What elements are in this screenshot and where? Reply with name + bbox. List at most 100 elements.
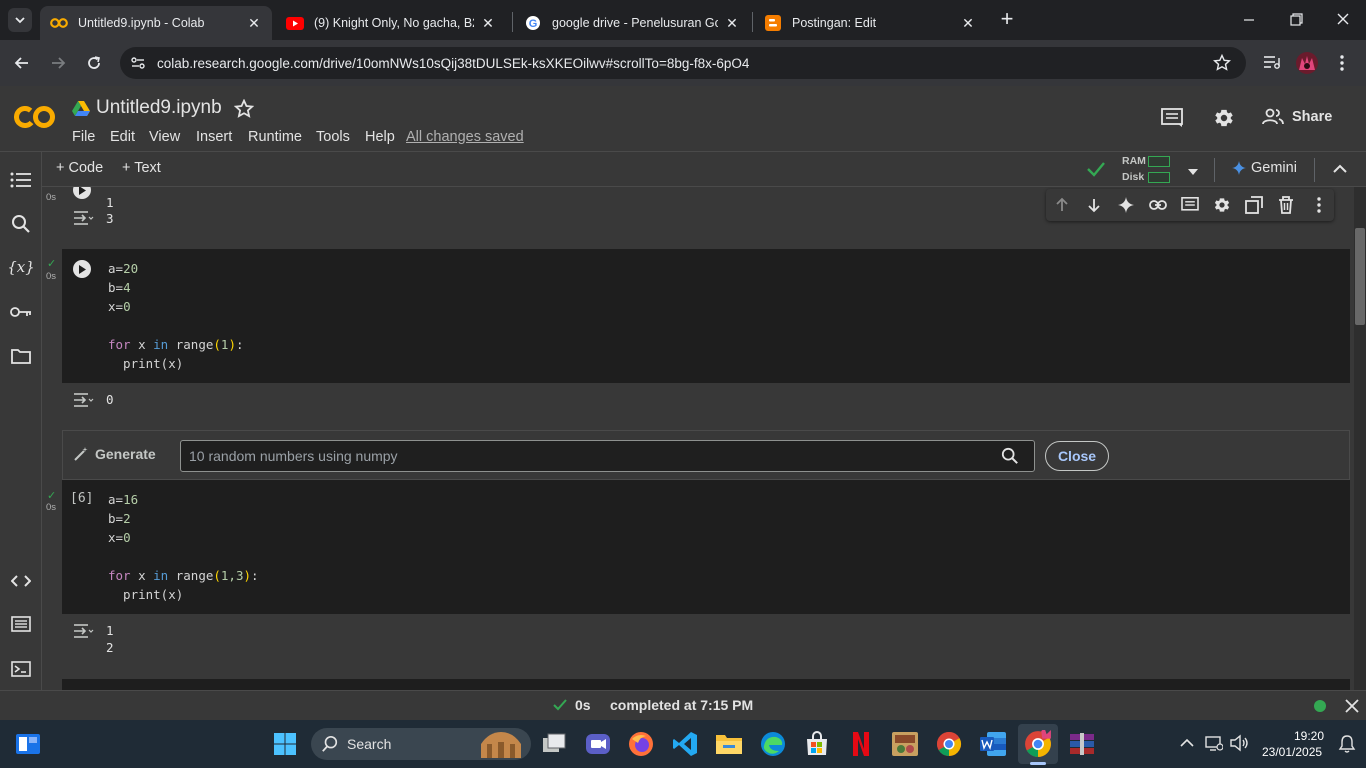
firefox-icon[interactable] — [627, 730, 655, 758]
reload-button[interactable] — [81, 50, 107, 76]
clock-date[interactable]: 23/01/2025 — [1262, 745, 1322, 759]
task-view-icon[interactable] — [540, 730, 568, 758]
open-in-tab-icon[interactable] — [1245, 196, 1263, 214]
close-tab-icon[interactable]: ✕ — [960, 15, 976, 32]
menu-view[interactable]: View — [149, 129, 180, 145]
notebook-title[interactable]: Untitled9.ipynb — [96, 97, 222, 119]
run-cell-button[interactable] — [73, 187, 91, 199]
vscode-icon[interactable] — [671, 730, 699, 758]
files-folder-icon[interactable] — [9, 344, 33, 368]
url-bar[interactable]: colab.research.google.com/drive/10omNWs1… — [120, 47, 1246, 79]
menu-help[interactable]: Help — [365, 129, 395, 145]
tab-blogger[interactable]: Postingan: Edit ✕ — [754, 6, 986, 40]
run-cell-button[interactable] — [73, 260, 91, 278]
network-icon[interactable] — [1205, 734, 1223, 752]
restore-button[interactable] — [1285, 10, 1307, 30]
edge-icon[interactable] — [759, 730, 787, 758]
site-info-icon[interactable] — [130, 55, 146, 76]
search-icon[interactable] — [9, 212, 33, 236]
link-icon[interactable] — [1149, 198, 1167, 212]
generate-prompt-input[interactable]: 10 random numbers using numpy — [180, 440, 1035, 472]
delete-trash-icon[interactable] — [1278, 196, 1294, 214]
bookmark-star-icon[interactable] — [1212, 53, 1232, 77]
share-button[interactable]: Share — [1262, 108, 1332, 126]
tab-youtube[interactable]: (9) Knight Only, No gacha, B2 G ✕ — [276, 6, 506, 40]
secrets-key-icon[interactable] — [9, 300, 33, 324]
more-options-icon[interactable] — [1316, 197, 1322, 213]
code-cell[interactable] — [62, 679, 1350, 690]
teams-meet-icon[interactable] — [584, 730, 612, 758]
netflix-icon[interactable] — [847, 730, 875, 758]
menu-edit[interactable]: Edit — [110, 129, 135, 145]
variables-icon[interactable]: {x} — [7, 255, 35, 279]
move-down-icon[interactable] — [1086, 197, 1102, 213]
close-window-button[interactable] — [1332, 10, 1354, 30]
code-cell[interactable] — [62, 249, 1350, 383]
new-tab-button[interactable]: + — [996, 8, 1018, 32]
gemini-sparkle-icon[interactable] — [1118, 197, 1134, 213]
show-hidden-icons-chevron-up-icon[interactable] — [1180, 738, 1194, 748]
close-tab-icon[interactable]: ✕ — [480, 15, 496, 32]
menu-tools[interactable]: Tools — [316, 129, 350, 145]
table-of-contents-icon[interactable] — [9, 168, 33, 192]
browser-menu-icon[interactable] — [1338, 53, 1346, 73]
tab-colab[interactable]: Untitled9.ipynb - Colab ✕ — [40, 6, 272, 40]
chrome-icon[interactable] — [935, 730, 963, 758]
menu-insert[interactable]: Insert — [196, 129, 232, 145]
taskbar-search-box[interactable]: Search — [311, 728, 531, 760]
search-icon — [322, 735, 338, 752]
google-drive-icon[interactable] — [72, 100, 90, 121]
comments-icon[interactable] — [1161, 108, 1183, 133]
terminal-icon[interactable] — [9, 657, 33, 681]
comment-icon[interactable] — [1181, 197, 1199, 213]
chrome-profile-icon[interactable] — [1024, 730, 1052, 758]
volume-icon[interactable] — [1229, 734, 1249, 752]
close-icon[interactable] — [1345, 699, 1359, 713]
back-button[interactable] — [9, 50, 35, 76]
star-icon[interactable] — [233, 98, 255, 124]
widgets-icon[interactable] — [14, 730, 42, 758]
tab-divider — [752, 12, 753, 32]
close-tab-icon[interactable]: ✕ — [724, 15, 740, 32]
toolbar-divider — [1314, 158, 1315, 182]
file-explorer-icon[interactable] — [715, 730, 743, 758]
notification-bell-icon[interactable] — [1338, 734, 1356, 754]
menu-runtime[interactable]: Runtime — [248, 129, 302, 145]
output-toggle-icon[interactable] — [72, 622, 94, 640]
status-bar: 0s completed at 7:15 PM — [0, 690, 1366, 720]
code-snippets-icon[interactable] — [9, 569, 33, 593]
save-status-link[interactable]: All changes saved — [406, 129, 524, 145]
winrar-icon[interactable] — [1068, 730, 1096, 758]
move-up-icon[interactable] — [1054, 197, 1070, 213]
tab-google[interactable]: G google drive - Penelusuran Goo ✕ — [514, 6, 750, 40]
search-icon[interactable] — [1001, 447, 1019, 465]
collapse-chevron-up-icon[interactable] — [1332, 162, 1348, 181]
word-icon[interactable] — [979, 730, 1007, 758]
game-app-icon[interactable] — [891, 730, 919, 758]
tab-search-button[interactable] — [8, 8, 32, 32]
microsoft-store-icon[interactable] — [803, 730, 831, 758]
code-editor[interactable]: a=20 b=4 x=0 for x in range(1): print(x) — [108, 259, 244, 373]
clock-time[interactable]: 19:20 — [1294, 729, 1324, 743]
close-tab-icon[interactable]: ✕ — [246, 15, 262, 32]
generate-button[interactable]: Generate — [73, 446, 156, 462]
cell-settings-gear-icon[interactable] — [1213, 196, 1231, 214]
code-editor[interactable]: a=16 b=2 x=0 for x in range(1,3): print(x) — [108, 490, 259, 604]
command-palette-icon[interactable] — [9, 612, 33, 636]
profile-avatar[interactable] — [1296, 52, 1318, 74]
add-text-button[interactable]: + Text — [122, 160, 161, 176]
minimize-button[interactable] — [1238, 10, 1260, 30]
output-toggle-icon[interactable] — [72, 209, 94, 227]
scrollbar-thumb[interactable] — [1355, 228, 1365, 325]
close-generate-button[interactable]: Close — [1045, 441, 1109, 471]
windows-start-icon[interactable] — [271, 730, 299, 758]
output-toggle-icon[interactable] — [72, 391, 94, 409]
colab-logo[interactable] — [14, 103, 56, 136]
runtime-dropdown-icon[interactable] — [1187, 164, 1199, 182]
menu-file[interactable]: File — [72, 129, 95, 145]
media-controls-icon[interactable] — [1262, 53, 1282, 76]
settings-gear-icon[interactable] — [1213, 107, 1235, 134]
add-code-button[interactable]: + Code — [56, 160, 103, 176]
gemini-button[interactable]: Gemini — [1232, 160, 1297, 176]
forward-button[interactable] — [45, 50, 71, 76]
